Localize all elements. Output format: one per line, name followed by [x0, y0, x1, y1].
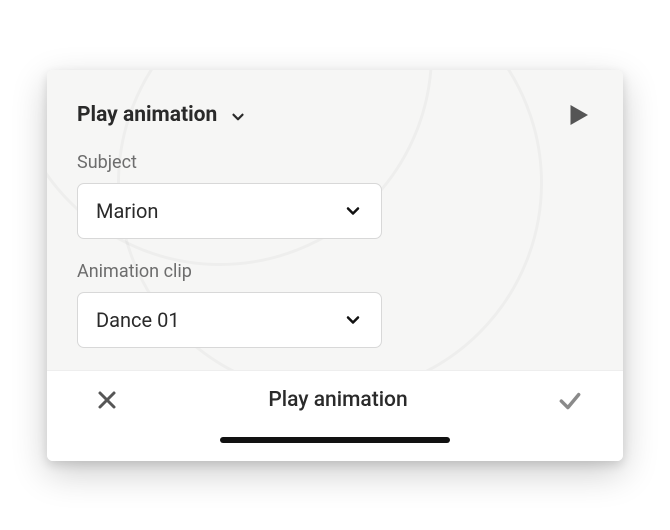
animation-clip-label: Animation clip: [77, 261, 593, 282]
panel-body: Play animation Subject Marion Animation …: [47, 70, 623, 370]
play-icon: [563, 100, 593, 130]
footer-title: Play animation: [268, 388, 407, 412]
chevron-down-icon: [229, 108, 247, 126]
play-button[interactable]: [563, 100, 593, 130]
home-indicator-area: [47, 427, 623, 461]
chevron-down-icon: [343, 310, 363, 330]
chevron-down-icon: [343, 201, 363, 221]
home-indicator[interactable]: [220, 437, 450, 443]
panel-title: Play animation: [77, 103, 217, 127]
animation-clip-select[interactable]: Dance 01: [77, 292, 382, 348]
collapse-toggle[interactable]: [229, 104, 247, 126]
animation-clip-field: Animation clip Dance 01: [77, 261, 593, 348]
subject-select[interactable]: Marion: [77, 183, 382, 239]
animation-clip-value: Dance 01: [96, 308, 180, 332]
cancel-button[interactable]: [95, 388, 119, 412]
subject-value: Marion: [96, 199, 158, 223]
check-icon: [557, 387, 583, 413]
subject-label: Subject: [77, 152, 593, 173]
panel-footer: Play animation: [47, 370, 623, 427]
confirm-button[interactable]: [557, 387, 583, 413]
close-icon: [95, 388, 119, 412]
play-animation-panel: Play animation Subject Marion Animation …: [47, 70, 623, 461]
subject-field: Subject Marion: [77, 152, 593, 239]
panel-header: Play animation: [77, 100, 593, 130]
